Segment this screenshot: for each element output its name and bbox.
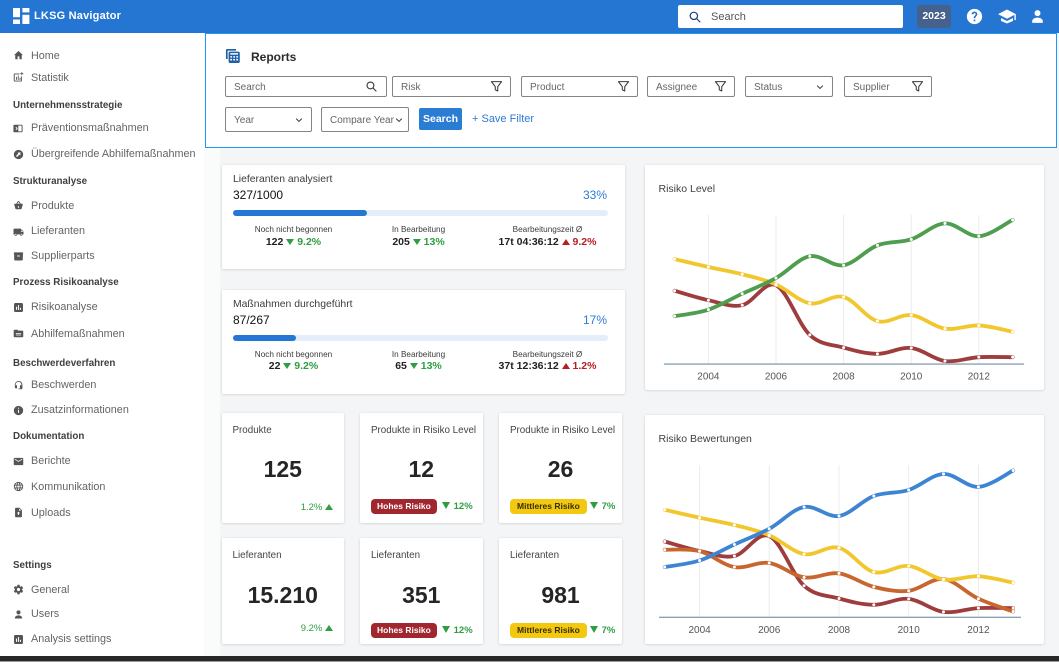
svg-text:2006: 2006	[758, 625, 781, 636]
svg-text:2006: 2006	[764, 372, 787, 383]
svg-text:2012: 2012	[967, 372, 990, 383]
svg-text:2010: 2010	[900, 372, 923, 383]
svg-text:2008: 2008	[827, 625, 850, 636]
svg-text:2012: 2012	[967, 625, 990, 636]
svg-text:2010: 2010	[897, 625, 920, 636]
svg-text:2004: 2004	[697, 372, 720, 383]
svg-text:2004: 2004	[688, 625, 711, 636]
svg-text:2008: 2008	[832, 372, 855, 383]
